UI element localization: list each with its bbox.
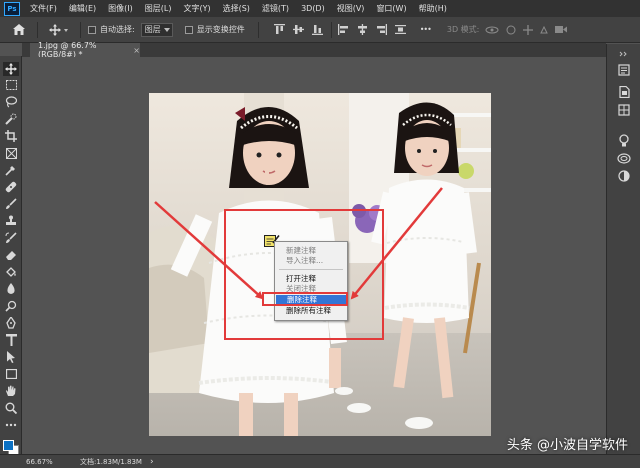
cloud-library-icon xyxy=(617,152,631,164)
adjustments-panel-button[interactable] xyxy=(616,168,632,184)
foreground-color-swatch[interactable] xyxy=(3,440,14,451)
document-info: 文档:1.83M/1.83M xyxy=(80,457,142,466)
pointer-arrows xyxy=(154,187,443,300)
grid-icon xyxy=(618,104,630,116)
libraries-panel-button[interactable] xyxy=(616,150,632,166)
learn-panel-button[interactable] xyxy=(616,132,632,148)
double-chevron-icon xyxy=(619,51,627,57)
history-icon xyxy=(618,64,630,76)
collapse-panels-button[interactable] xyxy=(616,46,632,62)
status-bar: 66.67% 文档:1.83M/1.83M › xyxy=(0,454,640,468)
swatches-panel-button[interactable] xyxy=(616,102,632,118)
properties-panel-button[interactable] xyxy=(616,84,632,100)
document-icon xyxy=(618,86,630,98)
arrow-right-icon xyxy=(350,187,443,300)
zoom-level[interactable]: 66.67% xyxy=(26,458,76,466)
status-menu-arrow[interactable]: › xyxy=(150,457,154,467)
watermark-text: 头条 @小波自学软件 xyxy=(506,438,628,453)
lightbulb-icon xyxy=(619,133,629,146)
half-circle-icon xyxy=(618,170,630,182)
history-panel-button[interactable] xyxy=(616,62,632,78)
arrow-left-icon xyxy=(154,201,264,300)
panel-dock xyxy=(606,44,640,454)
